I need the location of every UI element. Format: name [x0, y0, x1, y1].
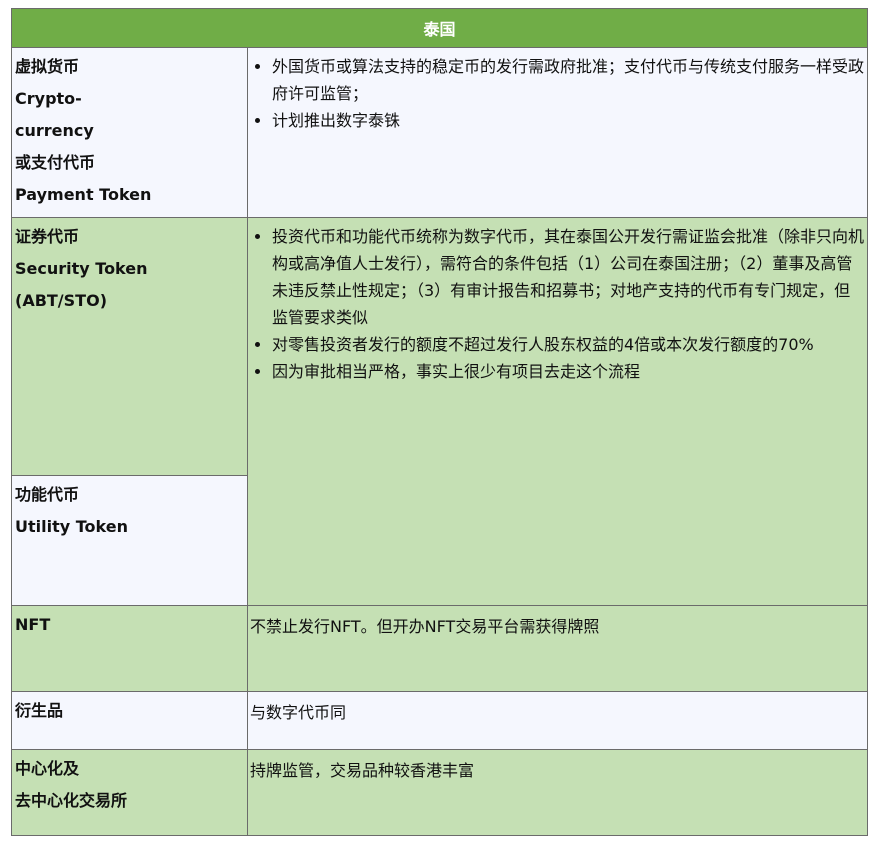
table-row-security: 证券代币 Security Token (ABT/STO) 投资代币和功能代币统… [11, 217, 869, 606]
label-line: 去中心化交易所 [15, 791, 128, 810]
label-line: 功能代币 [15, 485, 80, 504]
label-line: NFT [15, 615, 51, 634]
label-line: Payment Token [15, 185, 152, 204]
row-label-crypto: 虚拟货币 Crypto- currency 或支付代币 Payment Toke… [11, 47, 248, 218]
row-content-derivatives: 与数字代币同 [246, 691, 869, 750]
label-line: 或支付代币 [15, 153, 96, 172]
label-line: 证券代币 [15, 227, 80, 246]
table-row-exchanges: 中心化及 去中心化交易所 持牌监管，交易品种较香港丰富 [11, 749, 869, 836]
label-line: currency [15, 121, 94, 140]
row-label-utility: 功能代币 Utility Token [11, 475, 248, 606]
bullet-list: 外国货币或算法支持的稳定币的发行需政府批准；支付代币与传统支付服务一样受政府许可… [250, 53, 865, 134]
label-line: 中心化及 [15, 759, 80, 778]
row-label-exchanges: 中心化及 去中心化交易所 [11, 749, 248, 836]
row-label-security: 证券代币 Security Token (ABT/STO) [11, 217, 248, 476]
bullet-item: 因为审批相当严格，事实上很少有项目去走这个流程 [272, 358, 865, 385]
table-row-crypto: 虚拟货币 Crypto- currency 或支付代币 Payment Toke… [11, 47, 869, 218]
row-content-nft: 不禁止发行NFT。但开办NFT交易平台需获得牌照 [246, 605, 869, 692]
label-line: Utility Token [15, 517, 128, 536]
row-label-nft: NFT [11, 605, 248, 692]
bullet-item: 计划推出数字泰铢 [272, 107, 865, 134]
label-line: (ABT/STO) [15, 291, 107, 310]
table-row-derivatives: 衍生品 与数字代币同 [11, 691, 869, 750]
table-header-country: 泰国 [10, 8, 869, 48]
row-label-derivatives: 衍生品 [11, 691, 248, 750]
bullet-item: 投资代币和功能代币统称为数字代币，其在泰国公开发行需证监会批准（除非只向机构或高… [272, 223, 865, 331]
label-line: 虚拟货币 [15, 57, 80, 76]
label-line: 衍生品 [15, 701, 64, 720]
bullet-item: 对零售投资者发行的额度不超过发行人股东权益的4倍或本次发行额度的70% [272, 331, 865, 358]
row-content-exchanges: 持牌监管，交易品种较香港丰富 [246, 749, 869, 836]
thailand-regulation-table: 泰国 虚拟货币 Crypto- currency 或支付代币 Payment T… [10, 8, 869, 836]
bullet-list: 投资代币和功能代币统称为数字代币，其在泰国公开发行需证监会批准（除非只向机构或高… [250, 223, 865, 385]
row-content-digital-tokens: 投资代币和功能代币统称为数字代币，其在泰国公开发行需证监会批准（除非只向机构或高… [246, 217, 869, 606]
label-line: Crypto- [15, 89, 82, 108]
label-line: Security Token [15, 259, 148, 278]
table-row-nft: NFT 不禁止发行NFT。但开办NFT交易平台需获得牌照 [11, 605, 869, 692]
row-content-crypto: 外国货币或算法支持的稳定币的发行需政府批准；支付代币与传统支付服务一样受政府许可… [246, 47, 869, 218]
bullet-item: 外国货币或算法支持的稳定币的发行需政府批准；支付代币与传统支付服务一样受政府许可… [272, 53, 865, 107]
